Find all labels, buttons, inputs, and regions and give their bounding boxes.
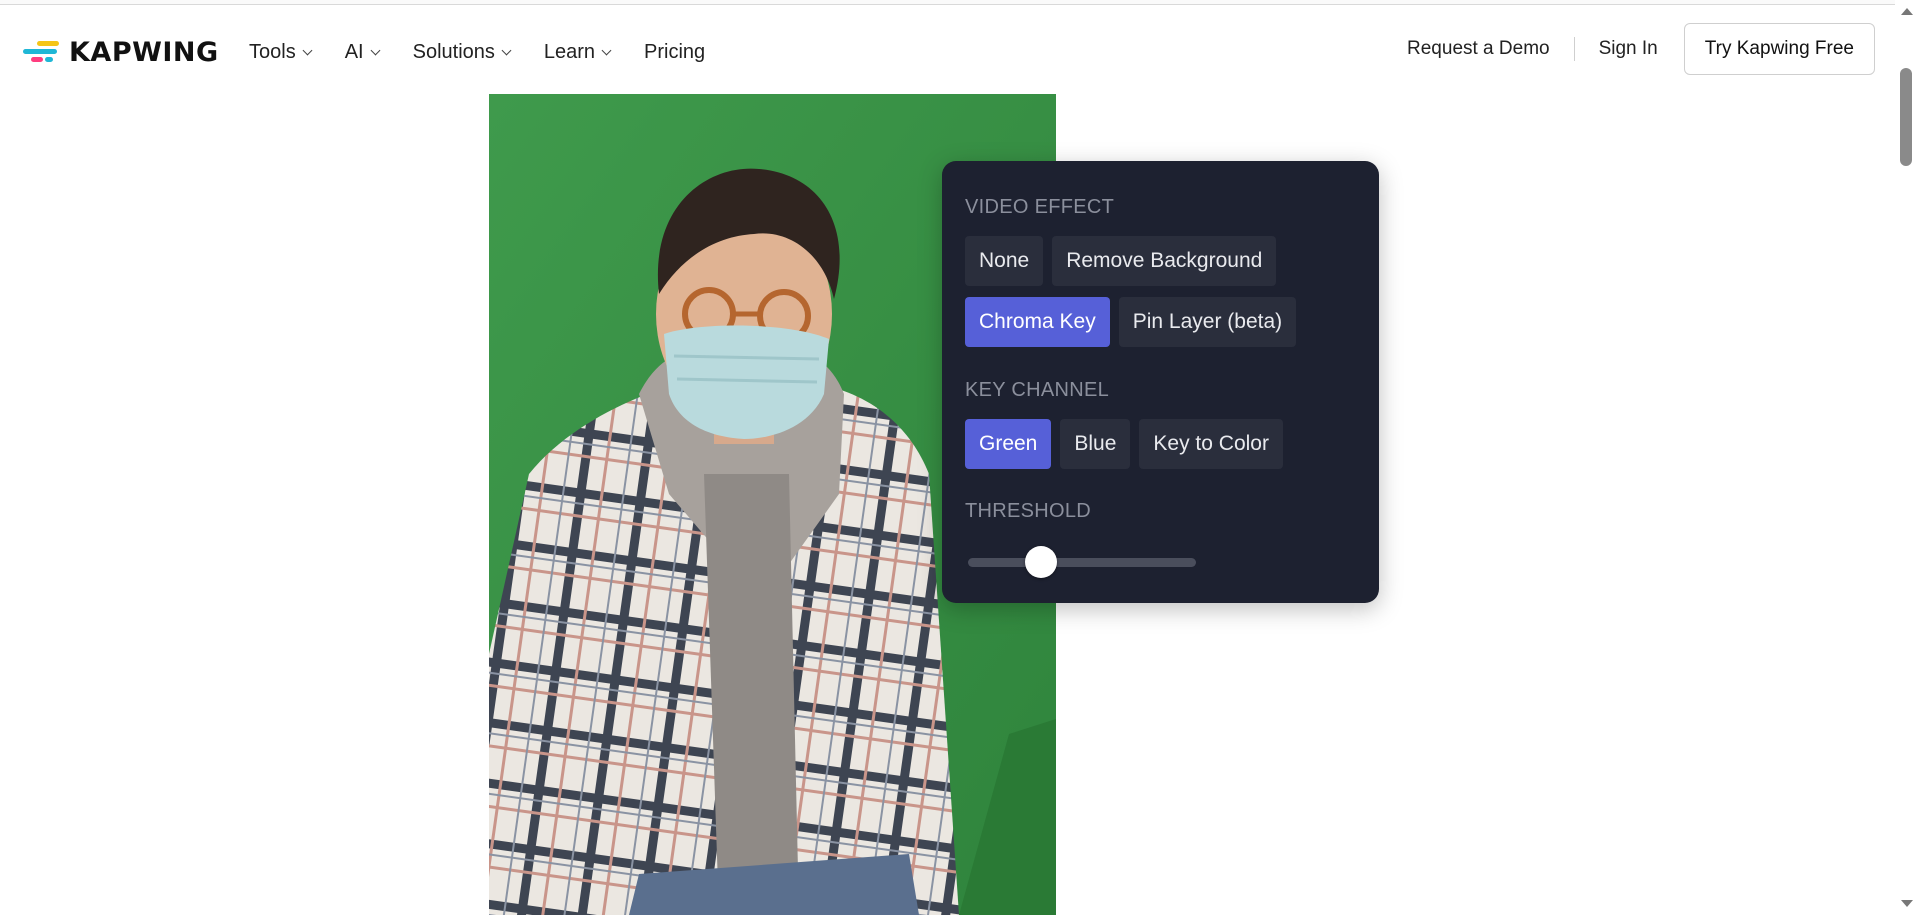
scrollbar-thumb[interactable] [1900,68,1912,166]
scroll-up-arrow-icon[interactable] [1901,8,1913,15]
threshold-slider[interactable] [968,546,1196,578]
chevron-down-icon [302,45,313,56]
key-channel-row: Green Blue Key to Color [965,419,1292,469]
channel-blue-button[interactable]: Blue [1060,419,1131,469]
nav-solutions-label: Solutions [412,40,495,63]
channel-key-to-color-button[interactable]: Key to Color [1139,419,1283,469]
effect-remove-background-button[interactable]: Remove Background [1052,236,1277,286]
browser-top-edge [0,0,1918,5]
video-effect-panel: VIDEO EFFECT None Remove Background Chro… [942,161,1379,603]
nav-tools-label: Tools [249,40,296,63]
page-scrollbar[interactable] [1895,0,1918,915]
effect-chroma-key-button[interactable]: Chroma Key [965,297,1110,347]
channel-green-button[interactable]: Green [965,419,1052,469]
kapwing-logo[interactable]: KAPWING [23,36,219,68]
video-effect-label: VIDEO EFFECT [965,196,1115,218]
key-channel-label: KEY CHANNEL [965,379,1110,401]
try-kapwing-free-button[interactable]: Try Kapwing Free [1683,23,1875,75]
threshold-label: THRESHOLD [965,500,1092,522]
nav-solutions[interactable]: Solutions [412,40,512,64]
main-nav: Tools AI Solutions Learn Pricing [249,34,739,70]
header-actions: Request a Demo Sign In Try Kapwing Free [1407,23,1875,75]
nav-pricing[interactable]: Pricing [644,41,705,64]
nav-learn-label: Learn [543,40,596,63]
site-header: KAPWING Tools AI Solutions Learn Pricing… [0,6,1895,94]
nav-learn[interactable]: Learn [543,40,612,64]
scroll-down-arrow-icon[interactable] [1901,900,1913,907]
nav-ai[interactable]: AI [344,40,381,64]
brand-name: KAPWING [69,36,219,68]
nav-ai-label: AI [344,40,364,63]
threshold-slider-handle[interactable] [1025,546,1057,578]
nav-pricing-label: Pricing [644,40,706,63]
kapwing-logo-icon [23,39,59,65]
chevron-down-icon [370,45,381,56]
chevron-down-icon [601,45,612,56]
chevron-down-icon [501,45,512,56]
sign-in-link[interactable]: Sign In [1575,38,1658,60]
request-demo-link[interactable]: Request a Demo [1407,37,1575,61]
video-effect-row-2: Chroma Key Pin Layer (beta) [965,297,1305,347]
nav-tools[interactable]: Tools [249,40,313,64]
effect-pin-layer-button[interactable]: Pin Layer (beta) [1118,297,1297,347]
video-effect-row-1: None Remove Background [965,236,1285,286]
effect-none-button[interactable]: None [965,236,1044,286]
